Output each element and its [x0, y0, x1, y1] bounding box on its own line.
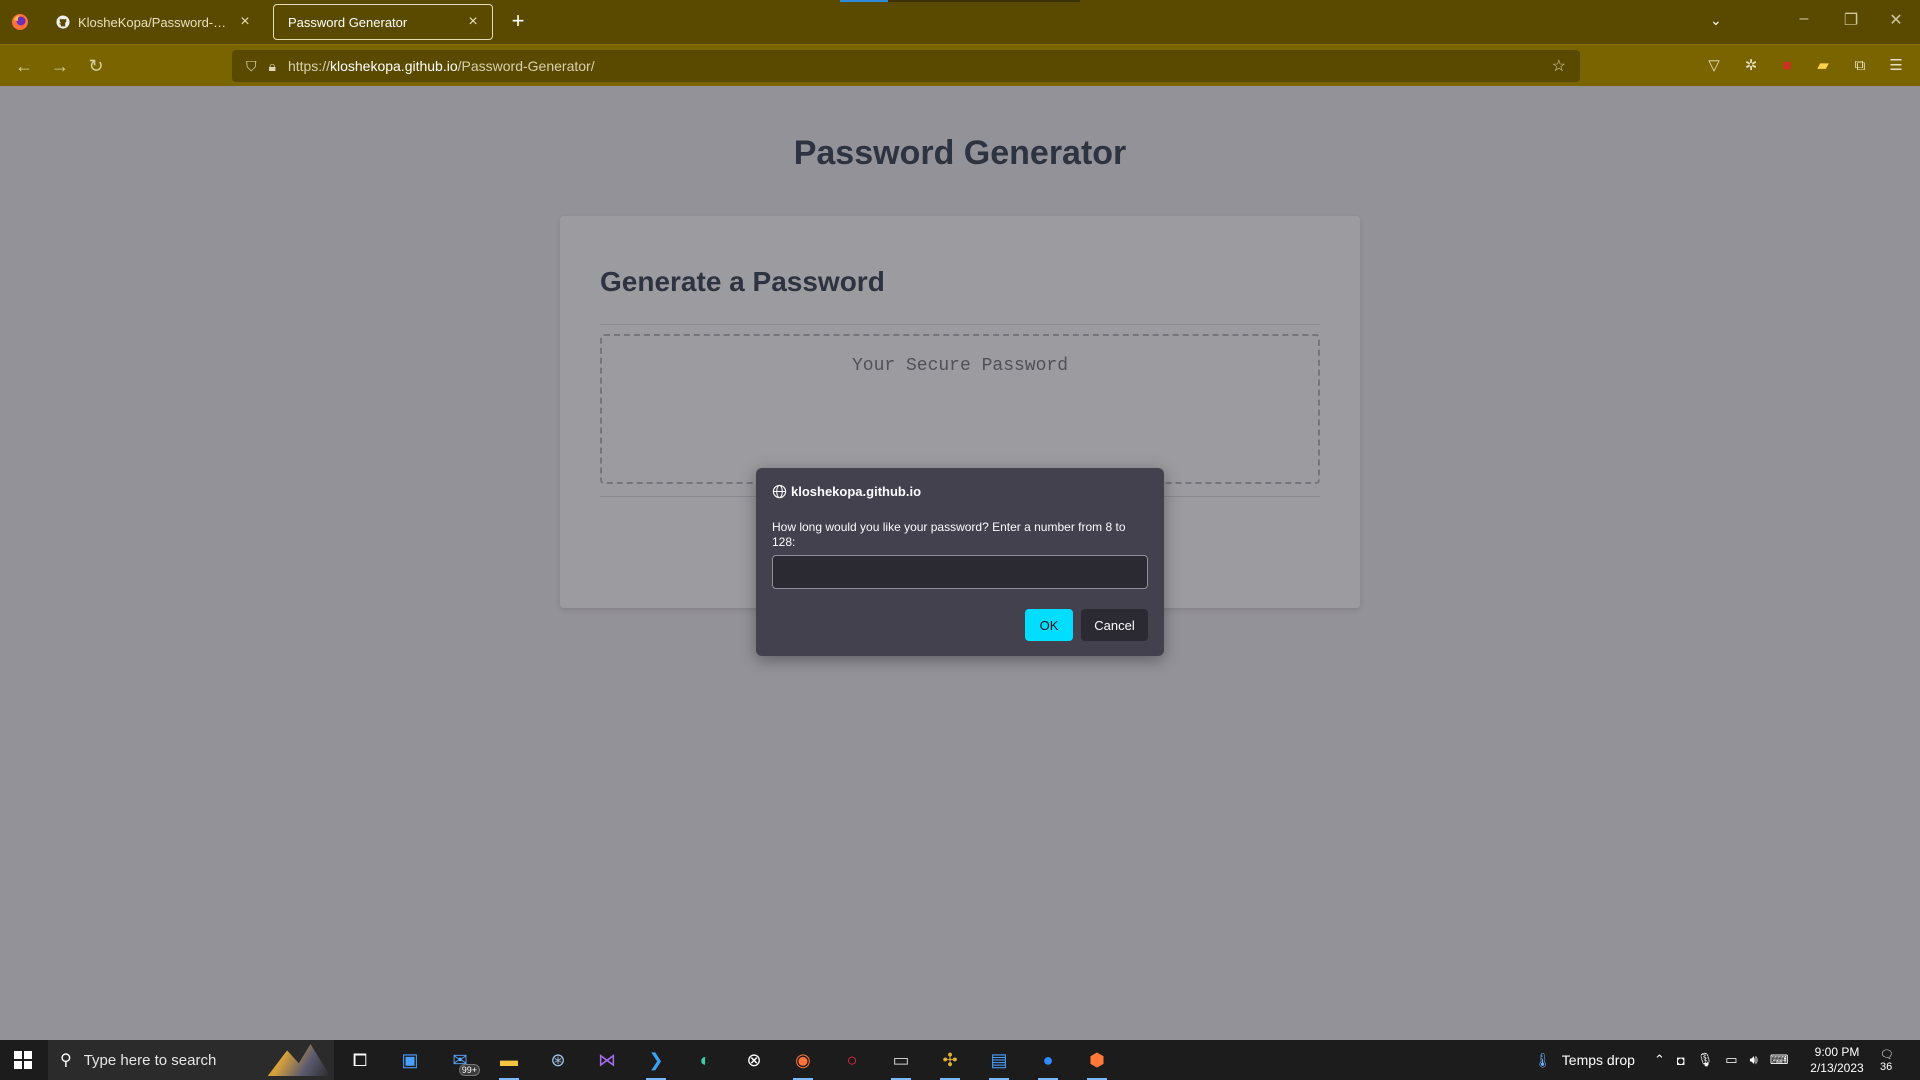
tray-icons: ⌃ ◘ 🎙︎ ▭ 🔊︎ ⌨ — [1654, 1040, 1789, 1080]
tracking-protection-icon[interactable]: ⛉ — [246, 58, 257, 75]
network-icon[interactable]: ▭ — [1725, 1052, 1737, 1068]
bookmark-star-icon[interactable]: ☆ — [1552, 56, 1566, 76]
minimize-icon[interactable]: – — [1789, 10, 1819, 28]
store-icon[interactable]: ▣ — [394, 1046, 426, 1074]
edge-icon[interactable]: ◐ — [689, 1046, 721, 1074]
dialog-message: How long would you like your password? E… — [772, 520, 1126, 549]
terminal-icon[interactable]: ▭ — [885, 1046, 917, 1080]
steam-icon[interactable]: ⊛ — [542, 1046, 574, 1074]
dialog-origin: kloshekopa.github.io — [772, 484, 921, 499]
url-text[interactable]: https://kloshekopa.github.io/Password-Ge… — [288, 58, 595, 74]
xbox-icon[interactable]: ⊗ — [738, 1046, 770, 1074]
windows-start-icon[interactable] — [0, 1040, 46, 1080]
firefox-icon[interactable] — [10, 12, 30, 32]
remote-desktop-icon[interactable]: ▤ — [983, 1046, 1015, 1080]
prompt-dialog: kloshekopa.github.io How long would you … — [756, 468, 1164, 656]
extension-gear-icon[interactable]: ✲ — [1741, 56, 1761, 76]
search-highlight-image — [267, 1044, 330, 1076]
extension-red-icon[interactable]: ■ — [1777, 56, 1797, 76]
extensions-puzzle-icon[interactable]: ⧉ — [1850, 56, 1870, 76]
clock[interactable]: 9:00 PM 2/13/2023 — [1798, 1044, 1876, 1076]
volume-icon[interactable]: 🔊︎ — [1750, 1052, 1758, 1068]
pocket-icon[interactable]: ▽ — [1704, 56, 1724, 76]
restore-icon[interactable]: ❐ — [1836, 10, 1866, 30]
url-prefix: https:// — [287, 58, 330, 74]
taskbar: ⚲ Type here to search ⧠ ▣ ✉ 99+ ▬ ⊛ ⋈ ❯ ◐… — [0, 1040, 1920, 1080]
opera-icon[interactable]: ○ — [836, 1046, 868, 1074]
url-path: /Password-Generator/ — [457, 58, 595, 74]
tabbar-accent-dark — [888, 0, 1080, 2]
page-title: Password Generator — [793, 134, 1127, 172]
new-tab-button[interactable]: + — [506, 10, 530, 34]
url-bar[interactable]: ⛉ 🔒︎ https://kloshekopa.github.io/Passwo… — [232, 50, 1580, 82]
tab-title: Password Generator — [288, 14, 408, 30]
file-explorer-icon[interactable]: ▬ — [493, 1046, 525, 1080]
thermometer-icon: 🌡︎ — [1534, 1051, 1552, 1068]
card-header: Generate a Password — [600, 266, 885, 297]
lock-icon[interactable]: 🔒︎ — [269, 58, 276, 75]
tab-password-generator[interactable]: Password Generator × — [273, 4, 493, 40]
list-all-tabs-icon[interactable]: ⌄ — [1710, 12, 1722, 29]
tab-title: KlosheKopa/Password-Generator — [78, 14, 236, 30]
clock-time: 9:00 PM — [1814, 1045, 1860, 1059]
dialog-origin-text: kloshekopa.github.io — [791, 484, 922, 499]
weather-widget[interactable]: 🌡︎ Temps drop — [1534, 1040, 1635, 1080]
globe-icon — [772, 484, 787, 499]
tab-bar: KlosheKopa/Password-Generator × Password… — [0, 0, 1920, 44]
close-tab-icon[interactable]: × — [464, 13, 482, 31]
close-window-icon[interactable]: ✕ — [1881, 10, 1911, 30]
search-placeholder: Type here to search — [83, 1051, 217, 1069]
notification-center[interactable]: 🗨︎ 36 — [1880, 1048, 1908, 1073]
card-divider — [600, 324, 1320, 325]
camera-icon[interactable]: ◘ — [1677, 1053, 1685, 1068]
microphone-icon[interactable]: 🎙︎ — [1697, 1052, 1714, 1068]
mail-badge: 99+ — [458, 1064, 480, 1076]
menu-hamburger-icon[interactable]: ☰ — [1886, 56, 1906, 76]
notification-icon: 🗨︎ — [1880, 1049, 1894, 1061]
reload-icon[interactable]: ↻ — [84, 54, 108, 78]
visual-studio-icon[interactable]: ⋈ — [591, 1046, 623, 1074]
keyboard-icon[interactable]: ⌨ — [1770, 1052, 1789, 1068]
ok-button[interactable]: OK — [1025, 609, 1073, 641]
tab-github[interactable]: KlosheKopa/Password-Generator × — [46, 4, 264, 40]
search-icon: ⚲ — [60, 1052, 72, 1069]
zoom-icon[interactable]: ● — [1032, 1046, 1064, 1080]
vscode-icon[interactable]: ❯ — [640, 1046, 672, 1080]
task-view-icon[interactable]: ⧠ — [344, 1046, 376, 1074]
notification-count: 36 — [1880, 1061, 1893, 1073]
password-textarea[interactable]: Your Secure Password — [600, 334, 1320, 484]
url-host: kloshekopa.github.io — [329, 58, 458, 74]
mail-icon[interactable]: ✉ 99+ — [444, 1046, 480, 1076]
cancel-button[interactable]: Cancel — [1081, 609, 1148, 641]
password-placeholder: Your Secure Password — [851, 356, 1069, 376]
firefox-taskbar-icon[interactable]: ◉ — [787, 1046, 819, 1080]
show-hidden-icons-icon[interactable]: ⌃ — [1654, 1052, 1665, 1068]
slack-icon[interactable]: ✣ — [934, 1046, 966, 1080]
close-tab-icon[interactable]: × — [236, 13, 254, 31]
taskbar-search[interactable]: ⚲ Type here to search — [48, 1040, 334, 1080]
extension-ticket-icon[interactable]: ▰ — [1813, 56, 1833, 76]
password-length-input[interactable] — [772, 555, 1148, 589]
nav-bar: ← → ↻ ⛉ 🔒︎ https://kloshekopa.github.io/… — [0, 44, 1920, 86]
back-icon[interactable]: ← — [12, 54, 36, 78]
app-icon[interactable]: ⬢ — [1081, 1046, 1113, 1080]
github-icon — [56, 15, 70, 29]
tabbar-accent — [840, 0, 888, 2]
weather-text: Temps drop — [1561, 1052, 1635, 1068]
clock-date: 2/13/2023 — [1810, 1061, 1864, 1075]
forward-icon[interactable]: → — [48, 54, 72, 78]
